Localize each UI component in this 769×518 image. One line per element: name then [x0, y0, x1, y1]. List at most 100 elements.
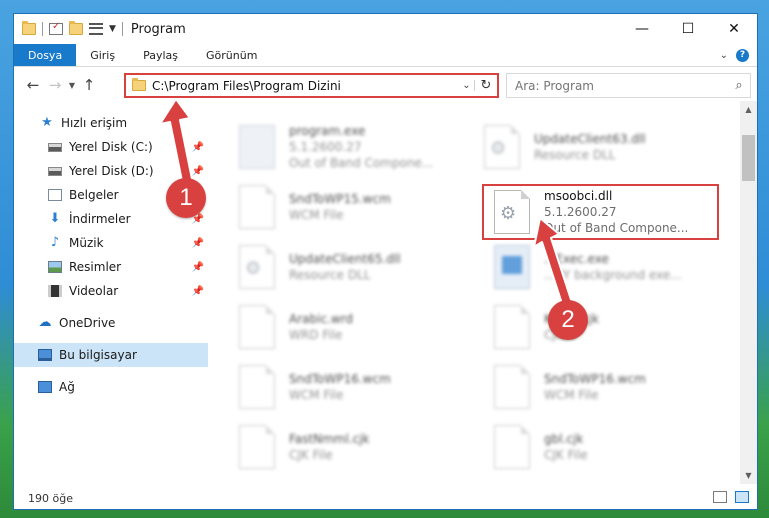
file-item[interactable]: SndToWP16.wcm WCM File [239, 359, 479, 415]
ribbon-tabs: Dosya Giriş Paylaş Görünüm ⌄ ? [14, 44, 757, 67]
file-type: CJK File [289, 448, 333, 462]
explorer-window: ▼ Program — ☐ ✕ Dosya Giriş Paylaş Görün… [13, 13, 758, 510]
dll-gear-icon [484, 125, 520, 169]
file-type: WCM File [289, 208, 344, 222]
file-name: UpdateClient63.dll [534, 132, 646, 146]
pin-icon: 📌 [191, 165, 204, 177]
sidebar-item-label: Belgeler [69, 188, 119, 202]
ribbon-right: ⌄ ? [720, 44, 757, 66]
up-arrow-icon[interactable]: ↑ [78, 76, 100, 94]
cloud-icon: ☁ [38, 315, 52, 330]
file-item[interactable]: UpdateClient63.dll Resource DLL [484, 119, 724, 175]
maximize-button[interactable]: ☐ [665, 14, 711, 44]
file-icon [494, 365, 530, 409]
file-item[interactable]: SndToWP15.wcm WCM File [239, 179, 479, 235]
sidebar-item-label: Yerel Disk (C:) [69, 140, 153, 154]
search-box[interactable]: ⌕ [506, 73, 751, 98]
sidebar-item-network[interactable]: Ağ [14, 375, 208, 399]
windows-exe-icon [494, 245, 530, 289]
videos-icon [48, 285, 62, 297]
file-item[interactable]: SndToWP16.wcm WCM File [494, 359, 734, 415]
back-arrow-icon[interactable]: ← [22, 76, 44, 94]
search-icon[interactable]: ⌕ [728, 78, 750, 93]
file-type: WRD File [289, 328, 343, 342]
sidebar-item-pictures[interactable]: Resimler 📌 [14, 255, 208, 279]
dll-gear-icon [239, 245, 275, 289]
scroll-up-icon[interactable]: ▲ [740, 101, 757, 118]
status-bar: 190 öğe [14, 487, 757, 509]
forward-arrow-icon[interactable]: → [44, 76, 66, 94]
file-type: WCM File [289, 388, 344, 402]
rename-icon[interactable] [89, 23, 103, 35]
sidebar-item-music[interactable]: ♪ Müzik 📌 [14, 231, 208, 255]
file-type: CJK File [544, 448, 588, 462]
title-bar: ▼ Program — ☐ ✕ [14, 14, 757, 44]
file-item[interactable]: program.exe 5.1.2600.27 Out of Band Comp… [239, 119, 479, 175]
download-icon: ⬇ [49, 211, 61, 226]
refresh-icon[interactable]: ↻ [475, 78, 497, 93]
chevron-down-icon[interactable]: ⌄ [459, 80, 475, 91]
properties-icon[interactable] [49, 21, 63, 35]
file-item[interactable]: gbl.cjk CJK File [494, 419, 734, 475]
sidebar-item-onedrive[interactable]: ☁ OneDrive [14, 311, 208, 335]
expand-ribbon-icon[interactable]: ⌄ [720, 50, 728, 61]
file-icon [239, 425, 275, 469]
address-bar[interactable]: C:\Program Files\Program Dizini ⌄ ↻ [124, 73, 499, 98]
pin-icon: 📌 [191, 285, 204, 297]
file-name: program.exe [289, 124, 366, 138]
pictures-icon [48, 261, 62, 273]
computer-icon [38, 349, 52, 361]
quick-access-toolbar: ▼ [14, 14, 123, 44]
search-input[interactable] [515, 78, 728, 93]
file-name: UpdateClient65.dll [289, 252, 401, 266]
navigation-pane: ★ Hızlı erişim Yerel Disk (C:) 📌 Yerel D… [14, 109, 208, 484]
file-icon [239, 185, 275, 229]
minimize-button[interactable]: — [619, 14, 665, 44]
window-title: Program [130, 21, 186, 37]
file-item[interactable]: Arabic.wrd WRD File [239, 299, 479, 355]
close-button[interactable]: ✕ [711, 14, 757, 44]
file-icon [494, 425, 530, 469]
tab-home[interactable]: Giriş [76, 44, 129, 66]
address-path[interactable]: C:\Program Files\Program Dizini [152, 79, 459, 93]
recent-locations-dropdown-icon[interactable]: ▼ [66, 81, 78, 90]
file-name: SndToWP16.wcm [544, 372, 646, 386]
file-type: Resource DLL [534, 148, 616, 162]
scroll-down-icon[interactable]: ▼ [740, 467, 757, 484]
file-item[interactable]: FastNmml.cjk CJK File [239, 419, 479, 475]
tab-share[interactable]: Paylaş [129, 44, 192, 66]
file-icon [239, 305, 275, 349]
details-view-icon[interactable] [713, 491, 727, 503]
file-type: ...BY background exe... [544, 268, 682, 282]
file-list: program.exe 5.1.2600.27 Out of Band Comp… [209, 109, 746, 484]
tab-file[interactable]: Dosya [14, 44, 77, 66]
folder-icon [22, 21, 36, 35]
pin-icon: 📌 [191, 141, 204, 153]
sidebar-item-quick-access[interactable]: ★ Hızlı erişim [14, 111, 208, 135]
customize-dropdown-icon[interactable]: ▼ [109, 24, 116, 34]
sidebar-item-videos[interactable]: Videolar 📌 [14, 279, 208, 303]
highlight-box [482, 184, 719, 240]
file-item[interactable]: ...Exec.exe ...BY background exe... [494, 239, 734, 295]
view-toggle [713, 491, 749, 503]
exe-icon [239, 125, 275, 169]
vertical-scrollbar[interactable]: ▲ ▼ [740, 101, 757, 484]
callout-badge-1: 1 [166, 178, 206, 218]
file-item[interactable]: Kore...cjk CJK... [494, 299, 734, 355]
tab-view[interactable]: Görünüm [192, 44, 271, 66]
disk-icon [48, 166, 62, 176]
scrollbar-thumb[interactable] [742, 135, 755, 181]
large-icons-view-icon[interactable] [735, 491, 749, 503]
sidebar-item-disk-c[interactable]: Yerel Disk (C:) 📌 [14, 135, 208, 159]
sidebar-item-this-pc[interactable]: Bu bilgisayar [14, 343, 208, 367]
help-icon[interactable]: ? [736, 48, 749, 62]
file-name: ...Exec.exe [544, 252, 609, 266]
new-folder-icon[interactable] [69, 21, 83, 35]
file-description: Out of Band Compone... [289, 156, 434, 170]
pin-icon: 📌 [191, 237, 204, 249]
sidebar-item-label: Yerel Disk (D:) [69, 164, 154, 178]
sidebar-item-label: Hızlı erişim [61, 116, 128, 130]
file-name: SndToWP15.wcm [289, 192, 391, 206]
file-item[interactable]: UpdateClient65.dll Resource DLL [239, 239, 479, 295]
sidebar-item-label: İndirmeler [69, 212, 131, 226]
